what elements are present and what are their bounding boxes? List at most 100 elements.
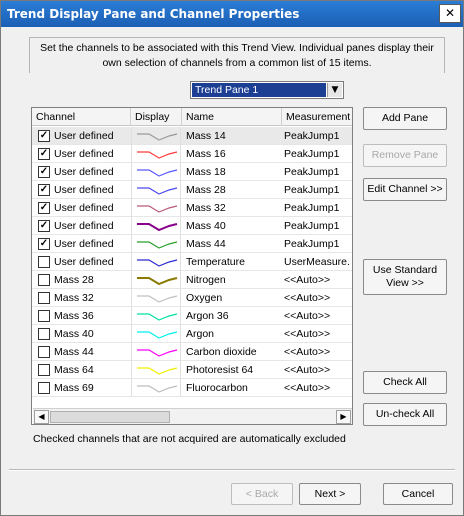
name-cell: Oxygen [186,292,223,304]
measurement-cell: UserMeasure. [284,256,350,268]
scroll-left-icon[interactable]: ◀ [34,410,49,424]
trend-pane-dropdown[interactable]: Trend Pane 1 ▼ [190,81,344,99]
grid-header: Channel Display Name Measurement [32,108,352,126]
channel-checkbox[interactable] [38,346,50,358]
measurement-cell: <<Auto>> [284,274,331,286]
channel-cell: Mass 69 [32,379,131,397]
name-cell: Mass 32 [186,202,226,214]
table-row[interactable]: Mass 28 Nitrogen <<Auto>> [32,271,352,289]
channel-cell: ✓ User defined [32,181,131,199]
channel-checkbox[interactable] [38,292,50,304]
table-row[interactable]: User defined Temperature UserMeasure. [32,253,352,271]
channel-cell: User defined [32,253,131,271]
measurement-cell: PeakJump1 [284,130,340,142]
horizontal-scrollbar[interactable]: ◀ ▶ [33,408,352,424]
trend-line-icon [137,223,178,232]
channel-grid: Channel Display Name Measurement ✓ User d… [31,107,353,425]
name-cell: Nitrogen [186,274,226,286]
display-cell[interactable] [131,289,181,307]
column-header-name[interactable]: Name [182,108,282,126]
footer-separator [9,469,455,471]
name-cell: Mass 16 [186,148,226,160]
display-cell[interactable] [131,163,181,181]
display-cell[interactable] [131,379,181,397]
channel-checkbox[interactable]: ✓ [38,202,50,214]
channel-checkbox[interactable] [38,256,50,268]
channel-checkbox[interactable] [38,364,50,376]
close-icon[interactable]: ✕ [439,4,461,23]
edit-channel-button[interactable]: Edit Channel >> [363,178,447,201]
channel-checkbox[interactable] [38,310,50,322]
channel-cell: ✓ User defined [32,235,131,253]
display-cell[interactable] [131,199,181,217]
trend-line-icon [137,295,178,303]
back-button[interactable]: < Back [231,483,293,505]
cancel-button[interactable]: Cancel [383,483,453,505]
column-header-display[interactable]: Display [131,108,182,126]
scroll-right-icon[interactable]: ▶ [336,410,351,424]
channel-cell: ✓ User defined [32,163,131,181]
display-cell[interactable] [131,127,181,145]
channel-checkbox[interactable]: ✓ [38,166,50,178]
channel-checkbox[interactable] [38,328,50,340]
channel-cell: Mass 36 [32,307,131,325]
display-cell[interactable] [131,325,181,343]
display-cell[interactable] [131,271,181,289]
use-standard-view-button[interactable]: Use Standard View >> [363,259,447,295]
display-cell[interactable] [131,217,181,235]
channel-checkbox[interactable] [38,382,50,394]
uncheck-all-button[interactable]: Un-check All [363,403,447,426]
check-all-button[interactable]: Check All [363,371,447,394]
display-cell[interactable] [131,235,181,253]
remove-pane-button[interactable]: Remove Pane [363,144,447,167]
table-row[interactable]: ✓ User defined Mass 44 PeakJump1 [32,235,352,253]
display-cell[interactable] [131,343,181,361]
channel-checkbox[interactable]: ✓ [38,238,50,250]
display-cell[interactable] [131,181,181,199]
column-header-channel[interactable]: Channel [32,108,131,126]
name-cell: Argon 36 [186,310,229,322]
next-button[interactable]: Next > [299,483,361,505]
exclusion-note: Checked channels that are not acquired a… [33,433,346,445]
measurement-cell: PeakJump1 [284,148,340,160]
display-cell[interactable] [131,253,181,271]
channel-label: User defined [54,184,114,196]
table-row[interactable]: ✓ User defined Mass 28 PeakJump1 [32,181,352,199]
table-row[interactable]: Mass 40 Argon <<Auto>> [32,325,352,343]
table-row[interactable]: Mass 64 Photoresist 64 <<Auto>> [32,361,352,379]
channel-label: User defined [54,202,114,214]
table-row[interactable]: ✓ User defined Mass 40 PeakJump1 [32,217,352,235]
channel-cell: Mass 64 [32,361,131,379]
table-row[interactable]: Mass 36 Argon 36 <<Auto>> [32,307,352,325]
name-cell: Fluorocarbon [186,382,248,394]
table-row[interactable]: ✓ User defined Mass 16 PeakJump1 [32,145,352,163]
channel-cell: Mass 40 [32,325,131,343]
table-row[interactable]: ✓ User defined Mass 14 PeakJump1 [32,127,352,145]
column-header-measurement[interactable]: Measurement [282,108,352,126]
channel-checkbox[interactable]: ✓ [38,220,50,232]
table-row[interactable]: Mass 69 Fluorocarbon <<Auto>> [32,379,352,397]
channel-checkbox[interactable]: ✓ [38,148,50,160]
display-cell[interactable] [131,145,181,163]
measurement-cell: PeakJump1 [284,166,340,178]
channel-label: Mass 32 [54,292,94,304]
name-cell: Argon [186,328,215,340]
display-cell[interactable] [131,307,181,325]
display-cell[interactable] [131,361,181,379]
table-row[interactable]: ✓ User defined Mass 18 PeakJump1 [32,163,352,181]
chevron-down-icon[interactable]: ▼ [327,83,342,97]
table-row[interactable]: Mass 44 Carbon dioxide <<Auto>> [32,343,352,361]
add-pane-button[interactable]: Add Pane [363,107,447,130]
measurement-cell: <<Auto>> [284,382,331,394]
channel-checkbox[interactable] [38,274,50,286]
table-row[interactable]: Mass 32 Oxygen <<Auto>> [32,289,352,307]
measurement-cell: <<Auto>> [284,310,331,322]
channel-label: User defined [54,220,114,232]
channel-label: Mass 44 [54,346,94,358]
trend-line-icon [137,385,178,393]
scroll-thumb[interactable] [50,411,170,423]
channel-checkbox[interactable]: ✓ [38,130,50,142]
trend-line-icon [137,313,178,321]
table-row[interactable]: ✓ User defined Mass 32 PeakJump1 [32,199,352,217]
channel-checkbox[interactable]: ✓ [38,184,50,196]
